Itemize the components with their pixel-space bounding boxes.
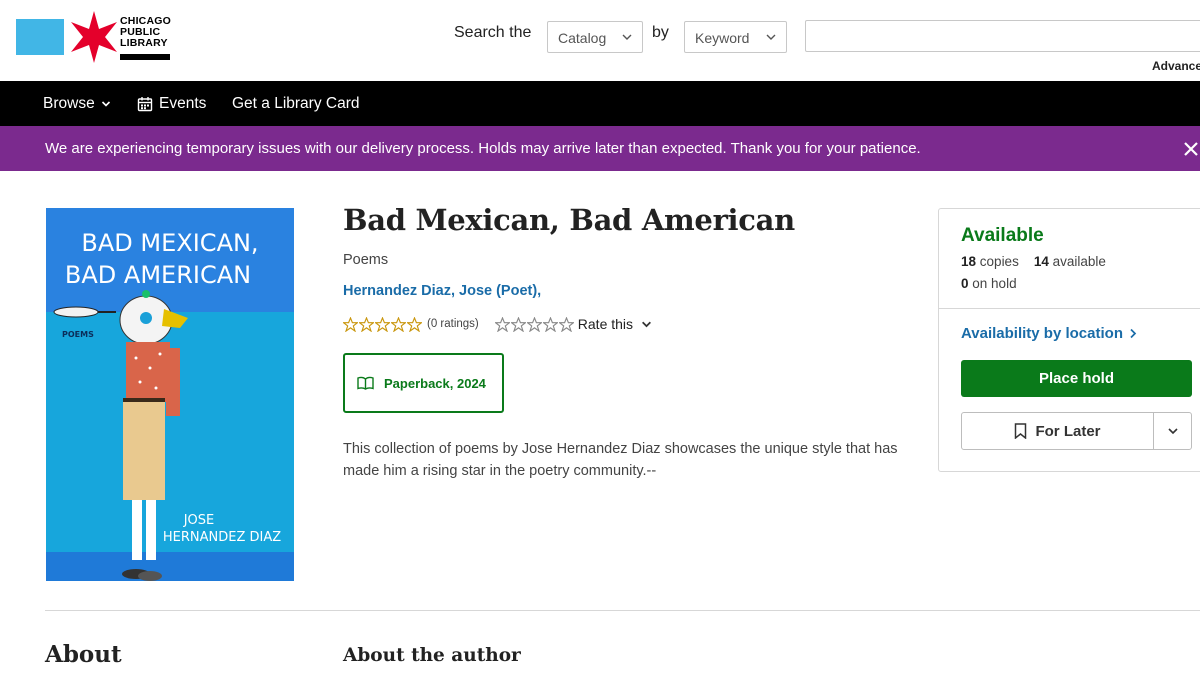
copies-count: 18: [961, 254, 977, 269]
star-outline-icon: [558, 316, 574, 332]
nav-browse-label: Browse: [43, 95, 95, 112]
nav-library-card[interactable]: Get a Library Card: [232, 81, 360, 126]
book-open-icon: [357, 376, 374, 390]
cover-title-line-1: BAD MEXICAN,: [81, 229, 258, 257]
star-outline-icon: [526, 316, 542, 332]
close-icon[interactable]: [1182, 140, 1200, 158]
hold-count: 0: [961, 276, 969, 291]
availability-holds: 0 on hold: [961, 276, 1017, 291]
book-cover-image[interactable]: BAD MEXICAN, BAD AMERICAN POEMS JOSE HER…: [46, 208, 294, 581]
available-label: available: [1052, 254, 1106, 269]
search-type-value: Keyword: [695, 30, 750, 46]
nav-browse[interactable]: Browse: [43, 81, 111, 126]
book-description: This collection of poems by Jose Hernand…: [343, 441, 898, 479]
available-count: 14: [1033, 254, 1049, 269]
alert-message: We are experiencing temporary issues wit…: [45, 140, 921, 157]
cover-title-line-2: BAD AMERICAN: [65, 261, 251, 289]
nav-events[interactable]: Events: [137, 81, 206, 126]
chevron-down-icon: [622, 34, 632, 40]
logo-text: CHICAGO PUBLIC LIBRARY: [120, 16, 171, 49]
chevron-down-icon: [766, 34, 776, 40]
availability-copies: 18 copies 14 available: [961, 254, 1106, 269]
place-hold-button[interactable]: Place hold: [961, 360, 1192, 397]
about-author-heading: About the author: [343, 645, 521, 666]
star-outline-icon: [343, 316, 358, 332]
logo-bar: [120, 54, 170, 60]
chevron-down-icon: [101, 100, 110, 107]
search-scope-value: Catalog: [558, 30, 607, 46]
rating-row: (0 ratings) Rate this: [343, 315, 652, 333]
availability-status: Available: [961, 225, 1044, 246]
for-later-button[interactable]: For Later: [962, 413, 1153, 449]
availability-by-location-label: Availability by location: [961, 325, 1123, 342]
for-later-label: For Later: [1035, 422, 1101, 440]
star-outline-icon: [375, 316, 390, 332]
format-label: Paperback, 2024: [384, 375, 486, 391]
cover-author-line-2: HERNANDEZ DIAZ: [163, 530, 281, 545]
availability-panel: Available 18 copies 14 available 0 on ho…: [938, 208, 1200, 472]
star-outline-icon: [407, 316, 422, 332]
chicago-public-library-logo[interactable]: CHICAGO PUBLIC LIBRARY: [16, 10, 176, 66]
star-outline-icon: [510, 316, 526, 332]
site-header: CHICAGO PUBLIC LIBRARY Search the Catalo…: [0, 0, 1200, 81]
about-heading: About: [45, 641, 122, 668]
rating-count: (0 ratings): [427, 318, 479, 330]
book-cover-art: BAD MEXICAN, BAD AMERICAN POEMS JOSE HER…: [46, 208, 294, 581]
search-label: Search the: [454, 24, 532, 41]
advanced-search-link[interactable]: Advanced: [1152, 59, 1200, 73]
book-author-link[interactable]: Hernandez Diaz, Jose (Poet),: [343, 283, 541, 299]
logo-line-3: LIBRARY: [120, 37, 168, 49]
availability-by-location-link[interactable]: Availability by location: [961, 325, 1137, 342]
bookmark-icon: [1015, 423, 1027, 439]
alert-banner: We are experiencing temporary issues wit…: [0, 126, 1200, 171]
search-type-select[interactable]: Keyword: [684, 21, 787, 53]
cover-genre: POEMS: [62, 330, 94, 339]
logo-blue-square: [16, 19, 64, 55]
star-outline-icon: [391, 316, 406, 332]
search-input[interactable]: [805, 20, 1200, 52]
main-nav: Browse Events Get a Library Card: [0, 81, 1200, 126]
average-rating-stars: [343, 316, 422, 332]
book-title: Bad Mexican, Bad American: [343, 203, 795, 237]
nav-library-card-label: Get a Library Card: [232, 95, 360, 112]
logo-star-icon: [71, 11, 117, 63]
for-later-control: For Later: [961, 412, 1192, 450]
for-later-dropdown-button[interactable]: [1154, 413, 1191, 449]
search-by-label: by: [652, 24, 669, 41]
rate-stars: [494, 316, 574, 332]
chevron-down-icon: [642, 321, 652, 327]
availability-divider: [939, 308, 1200, 309]
section-divider: [45, 610, 1200, 611]
copies-label: copies: [979, 254, 1019, 269]
star-outline-icon: [542, 316, 558, 332]
chevron-down-icon: [1167, 428, 1178, 435]
hold-label: on hold: [972, 276, 1017, 291]
rate-this-label: Rate this: [577, 316, 634, 332]
star-outline-icon: [359, 316, 374, 332]
book-subtitle: Poems: [343, 252, 389, 268]
star-outline-icon: [494, 316, 510, 332]
calendar-icon: [137, 96, 153, 111]
cover-author-line-1: JOSE: [183, 513, 215, 528]
chevron-right-icon: [1130, 328, 1137, 339]
rate-this-button[interactable]: Rate this: [494, 316, 652, 332]
search-scope-select[interactable]: Catalog: [547, 21, 643, 53]
format-paperback-button[interactable]: Paperback, 2024: [343, 353, 504, 413]
nav-events-label: Events: [159, 95, 207, 112]
